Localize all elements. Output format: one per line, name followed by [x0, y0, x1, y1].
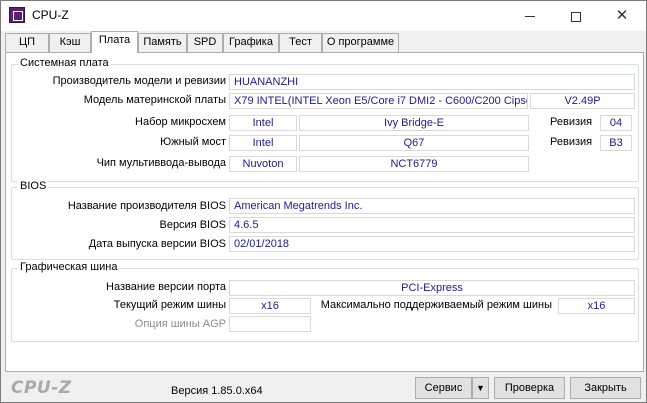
southbridge-label: Южный мост — [160, 136, 226, 148]
maximize-button[interactable] — [553, 1, 599, 31]
gfx-link-width-value: x16 — [229, 298, 311, 314]
chipset-label: Набор микросхем — [135, 116, 226, 128]
close-button[interactable]: Закрыть — [570, 377, 641, 399]
bios-brand-value: American Megatrends Inc. — [229, 198, 635, 214]
motherboard-group: Системная плата Производитель модели и р… — [11, 57, 639, 182]
lpcio-vendor-value: Nuvoton — [229, 156, 297, 172]
cpu-z-window: CPU-Z ✕ ЦП Кэш Плата Память SPD Графика … — [0, 0, 647, 403]
southbridge-vendor-value: Intel — [229, 135, 297, 151]
gfx-sideband-label: Опция шины AGP — [134, 318, 226, 330]
close-icon: ✕ — [615, 7, 629, 24]
southbridge-name-value: Q67 — [299, 135, 529, 151]
window-title: CPU-Z — [32, 8, 69, 22]
chipset-revision-value: 04 — [600, 115, 632, 131]
bios-version-value: 4.6.5 — [229, 217, 635, 233]
gfx-link-width-label: Текущий режим шины — [113, 299, 226, 311]
manufacturer-label: Производитель модели и ревизии — [52, 75, 226, 87]
tools-dropdown-button[interactable]: ▼ — [472, 377, 489, 399]
bios-date-value: 02/01/2018 — [229, 236, 635, 252]
tab-spd[interactable]: SPD — [187, 33, 223, 52]
bios-group-title: BIOS — [18, 180, 49, 192]
tab-mainboard[interactable]: Плата — [91, 31, 138, 53]
model-value: X79 INTEL(INTEL Xeon E5/Core i7 DMI2 - C… — [229, 93, 528, 109]
southbridge-revision-value: B3 — [600, 135, 632, 151]
chipset-revision-label: Ревизия — [550, 116, 593, 128]
version-text: Версия 1.85.0.x64 — [171, 385, 263, 397]
bios-date-label: Дата выпуска версии BIOS — [88, 238, 226, 250]
minimize-button[interactable] — [507, 1, 553, 31]
tab-bench[interactable]: Тест — [279, 33, 322, 52]
bios-group: BIOS Название производителя BIOS America… — [11, 180, 639, 260]
bios-brand-label: Название производителя BIOS — [67, 200, 226, 212]
motherboard-group-title: Системная плата — [18, 57, 111, 69]
model-revision-value: V2.49P — [530, 93, 635, 109]
gfx-version-value: PCI-Express — [229, 280, 635, 296]
cpu-z-app-icon — [9, 7, 25, 23]
close-window-button[interactable]: ✕ — [599, 1, 645, 31]
validate-button[interactable]: Проверка — [494, 377, 565, 399]
maximize-icon — [571, 11, 581, 22]
graphic-interface-group: Графическая шина Название версии порта P… — [11, 261, 639, 342]
title-bar[interactable]: CPU-Z ✕ — [1, 1, 646, 31]
minimize-icon — [525, 16, 535, 18]
southbridge-revision-label: Ревизия — [550, 136, 593, 148]
gfx-max-supported-label: Максимально поддерживаемый режим шины — [320, 299, 552, 311]
tools-button[interactable]: Сервис — [415, 377, 472, 399]
tab-memory[interactable]: Память — [138, 33, 187, 52]
gfx-version-label: Название версии порта — [106, 281, 226, 293]
tab-cache[interactable]: Кэш — [49, 33, 91, 52]
chipset-name-value: Ivy Bridge-E — [299, 115, 529, 131]
model-label: Модель материнской платы — [83, 94, 226, 106]
bios-version-label: Версия BIOS — [159, 219, 226, 231]
chipset-vendor-value: Intel — [229, 115, 297, 131]
cpu-z-logo: CPU-Z — [11, 378, 72, 398]
tab-cpu[interactable]: ЦП — [5, 33, 49, 52]
lpcio-label: Чип мультиввода-вывода — [96, 157, 226, 169]
tab-graphics[interactable]: Графика — [223, 33, 279, 52]
lpcio-name-value: NCT6779 — [299, 156, 529, 172]
tab-about[interactable]: О программе — [322, 33, 399, 52]
gfx-max-supported-value: x16 — [558, 298, 635, 314]
gfx-sideband-value — [229, 316, 311, 332]
mainboard-panel: Системная плата Производитель модели и р… — [5, 52, 644, 372]
graphic-interface-group-title: Графическая шина — [18, 261, 120, 273]
manufacturer-value: HUANANZHI — [229, 74, 635, 90]
dropdown-arrow-icon: ▼ — [476, 383, 485, 393]
